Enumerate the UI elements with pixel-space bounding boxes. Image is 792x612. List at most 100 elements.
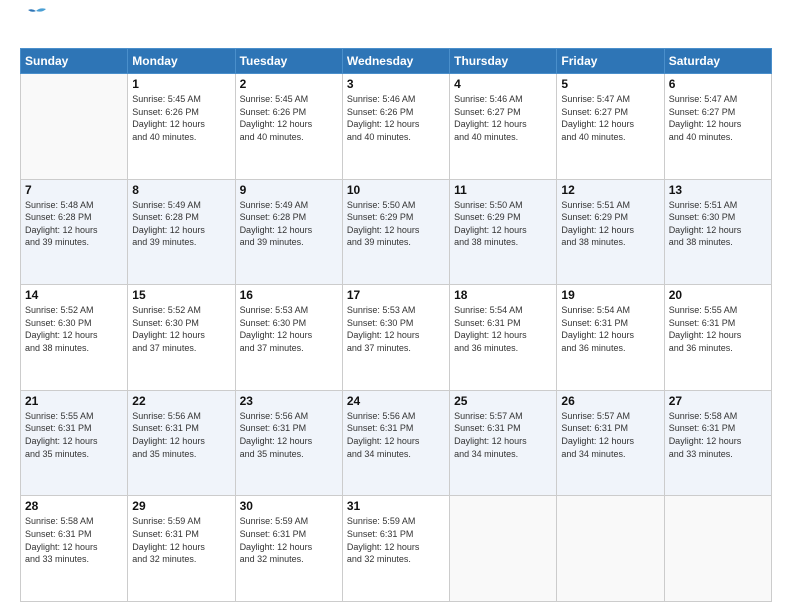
calendar-cell: 21 Sunrise: 5:55 AM Sunset: 6:31 PM Dayli… [21,390,128,496]
day-info: Sunrise: 5:56 AM Sunset: 6:31 PM Dayligh… [240,410,338,460]
weekday-header-friday: Friday [557,49,664,74]
calendar-cell [450,496,557,602]
day-info: Sunrise: 5:51 AM Sunset: 6:30 PM Dayligh… [669,199,767,249]
calendar-cell: 19 Sunrise: 5:54 AM Sunset: 6:31 PM Dayli… [557,285,664,391]
calendar-header-row: SundayMondayTuesdayWednesdayThursdayFrid… [21,49,772,74]
day-number: 31 [347,499,445,513]
day-info: Sunrise: 5:53 AM Sunset: 6:30 PM Dayligh… [240,304,338,354]
day-number: 28 [25,499,123,513]
day-info: Sunrise: 5:46 AM Sunset: 6:26 PM Dayligh… [347,93,445,143]
day-number: 16 [240,288,338,302]
calendar-cell: 1 Sunrise: 5:45 AM Sunset: 6:26 PM Daylig… [128,74,235,180]
day-info: Sunrise: 5:51 AM Sunset: 6:29 PM Dayligh… [561,199,659,249]
day-info: Sunrise: 5:54 AM Sunset: 6:31 PM Dayligh… [454,304,552,354]
weekday-header-saturday: Saturday [664,49,771,74]
day-info: Sunrise: 5:45 AM Sunset: 6:26 PM Dayligh… [132,93,230,143]
calendar-cell: 10 Sunrise: 5:50 AM Sunset: 6:29 PM Dayli… [342,179,449,285]
calendar-cell: 5Sunrise: 5:47 AM Sunset: 6:27 PM Daylig… [557,74,664,180]
day-info: Sunrise: 5:58 AM Sunset: 6:31 PM Dayligh… [25,515,123,565]
weekday-header-tuesday: Tuesday [235,49,342,74]
day-info: Sunrise: 5:47 AM Sunset: 6:27 PM Dayligh… [561,93,659,143]
calendar-cell: 29 Sunrise: 5:59 AM Sunset: 6:31 PM Dayli… [128,496,235,602]
calendar-cell: 28 Sunrise: 5:58 AM Sunset: 6:31 PM Dayli… [21,496,128,602]
calendar-cell: 9 Sunrise: 5:49 AM Sunset: 6:28 PM Daylig… [235,179,342,285]
day-info: Sunrise: 5:50 AM Sunset: 6:29 PM Dayligh… [347,199,445,249]
calendar-cell: 6 Sunrise: 5:47 AM Sunset: 6:27 PM Daylig… [664,74,771,180]
calendar-week-row: 14 Sunrise: 5:52 AM Sunset: 6:30 PM Dayli… [21,285,772,391]
weekday-header-monday: Monday [128,49,235,74]
day-info: Sunrise: 5:58 AM Sunset: 6:31 PM Dayligh… [669,410,767,460]
day-number: 19 [561,288,659,302]
calendar-week-row: 21 Sunrise: 5:55 AM Sunset: 6:31 PM Dayli… [21,390,772,496]
day-number: 17 [347,288,445,302]
day-info: Sunrise: 5:52 AM Sunset: 6:30 PM Dayligh… [132,304,230,354]
calendar-cell: 27Sunrise: 5:58 AM Sunset: 6:31 PM Dayli… [664,390,771,496]
day-info: Sunrise: 5:53 AM Sunset: 6:30 PM Dayligh… [347,304,445,354]
calendar-cell: 11 Sunrise: 5:50 AM Sunset: 6:29 PM Dayli… [450,179,557,285]
day-info: Sunrise: 5:56 AM Sunset: 6:31 PM Dayligh… [132,410,230,460]
day-info: Sunrise: 5:52 AM Sunset: 6:30 PM Dayligh… [25,304,123,354]
day-number: 20 [669,288,767,302]
calendar-cell: 14 Sunrise: 5:52 AM Sunset: 6:30 PM Dayli… [21,285,128,391]
day-info: Sunrise: 5:59 AM Sunset: 6:31 PM Dayligh… [347,515,445,565]
calendar-cell: 4Sunrise: 5:46 AM Sunset: 6:27 PM Daylig… [450,74,557,180]
day-number: 1 [132,77,230,91]
day-info: Sunrise: 5:57 AM Sunset: 6:31 PM Dayligh… [454,410,552,460]
calendar-cell [664,496,771,602]
day-info: Sunrise: 5:49 AM Sunset: 6:28 PM Dayligh… [240,199,338,249]
weekday-header-wednesday: Wednesday [342,49,449,74]
header [20,16,772,38]
day-number: 23 [240,394,338,408]
calendar-cell: 26 Sunrise: 5:57 AM Sunset: 6:31 PM Dayli… [557,390,664,496]
day-info: Sunrise: 5:54 AM Sunset: 6:31 PM Dayligh… [561,304,659,354]
day-number: 26 [561,394,659,408]
calendar-cell: 17 Sunrise: 5:53 AM Sunset: 6:30 PM Dayli… [342,285,449,391]
calendar-cell: 31 Sunrise: 5:59 AM Sunset: 6:31 PM Dayli… [342,496,449,602]
day-number: 10 [347,183,445,197]
day-info: Sunrise: 5:55 AM Sunset: 6:31 PM Dayligh… [669,304,767,354]
day-info: Sunrise: 5:57 AM Sunset: 6:31 PM Dayligh… [561,410,659,460]
calendar-cell: 3Sunrise: 5:46 AM Sunset: 6:26 PM Daylig… [342,74,449,180]
weekday-header-sunday: Sunday [21,49,128,74]
day-number: 6 [669,77,767,91]
calendar-cell: 8Sunrise: 5:49 AM Sunset: 6:28 PM Daylig… [128,179,235,285]
calendar-cell: 2 Sunrise: 5:45 AM Sunset: 6:26 PM Daylig… [235,74,342,180]
day-number: 9 [240,183,338,197]
day-number: 13 [669,183,767,197]
day-number: 8 [132,183,230,197]
day-number: 7 [25,183,123,197]
day-info: Sunrise: 5:55 AM Sunset: 6:31 PM Dayligh… [25,410,123,460]
calendar-cell: 24Sunrise: 5:56 AM Sunset: 6:31 PM Dayli… [342,390,449,496]
day-info: Sunrise: 5:48 AM Sunset: 6:28 PM Dayligh… [25,199,123,249]
day-number: 12 [561,183,659,197]
day-number: 14 [25,288,123,302]
calendar-cell: 25 Sunrise: 5:57 AM Sunset: 6:31 PM Dayli… [450,390,557,496]
day-number: 21 [25,394,123,408]
day-number: 11 [454,183,552,197]
day-info: Sunrise: 5:59 AM Sunset: 6:31 PM Dayligh… [132,515,230,565]
calendar-cell: 23 Sunrise: 5:56 AM Sunset: 6:31 PM Dayli… [235,390,342,496]
day-info: Sunrise: 5:45 AM Sunset: 6:26 PM Dayligh… [240,93,338,143]
logo-bird-icon [22,7,50,29]
day-number: 15 [132,288,230,302]
day-number: 24 [347,394,445,408]
calendar-cell: 22Sunrise: 5:56 AM Sunset: 6:31 PM Dayli… [128,390,235,496]
day-info: Sunrise: 5:47 AM Sunset: 6:27 PM Dayligh… [669,93,767,143]
day-number: 29 [132,499,230,513]
calendar-week-row: 28 Sunrise: 5:58 AM Sunset: 6:31 PM Dayli… [21,496,772,602]
logo [20,16,50,38]
page: SundayMondayTuesdayWednesdayThursdayFrid… [0,0,792,612]
calendar-cell: 20 Sunrise: 5:55 AM Sunset: 6:31 PM Dayli… [664,285,771,391]
calendar-table: SundayMondayTuesdayWednesdayThursdayFrid… [20,48,772,602]
calendar-cell [21,74,128,180]
day-info: Sunrise: 5:46 AM Sunset: 6:27 PM Dayligh… [454,93,552,143]
day-number: 18 [454,288,552,302]
calendar-cell: 16 Sunrise: 5:53 AM Sunset: 6:30 PM Dayli… [235,285,342,391]
day-number: 25 [454,394,552,408]
day-number: 2 [240,77,338,91]
calendar-cell: 12 Sunrise: 5:51 AM Sunset: 6:29 PM Dayli… [557,179,664,285]
calendar-cell: 15 Sunrise: 5:52 AM Sunset: 6:30 PM Dayli… [128,285,235,391]
day-info: Sunrise: 5:50 AM Sunset: 6:29 PM Dayligh… [454,199,552,249]
calendar-cell: 30Sunrise: 5:59 AM Sunset: 6:31 PM Dayli… [235,496,342,602]
day-number: 30 [240,499,338,513]
